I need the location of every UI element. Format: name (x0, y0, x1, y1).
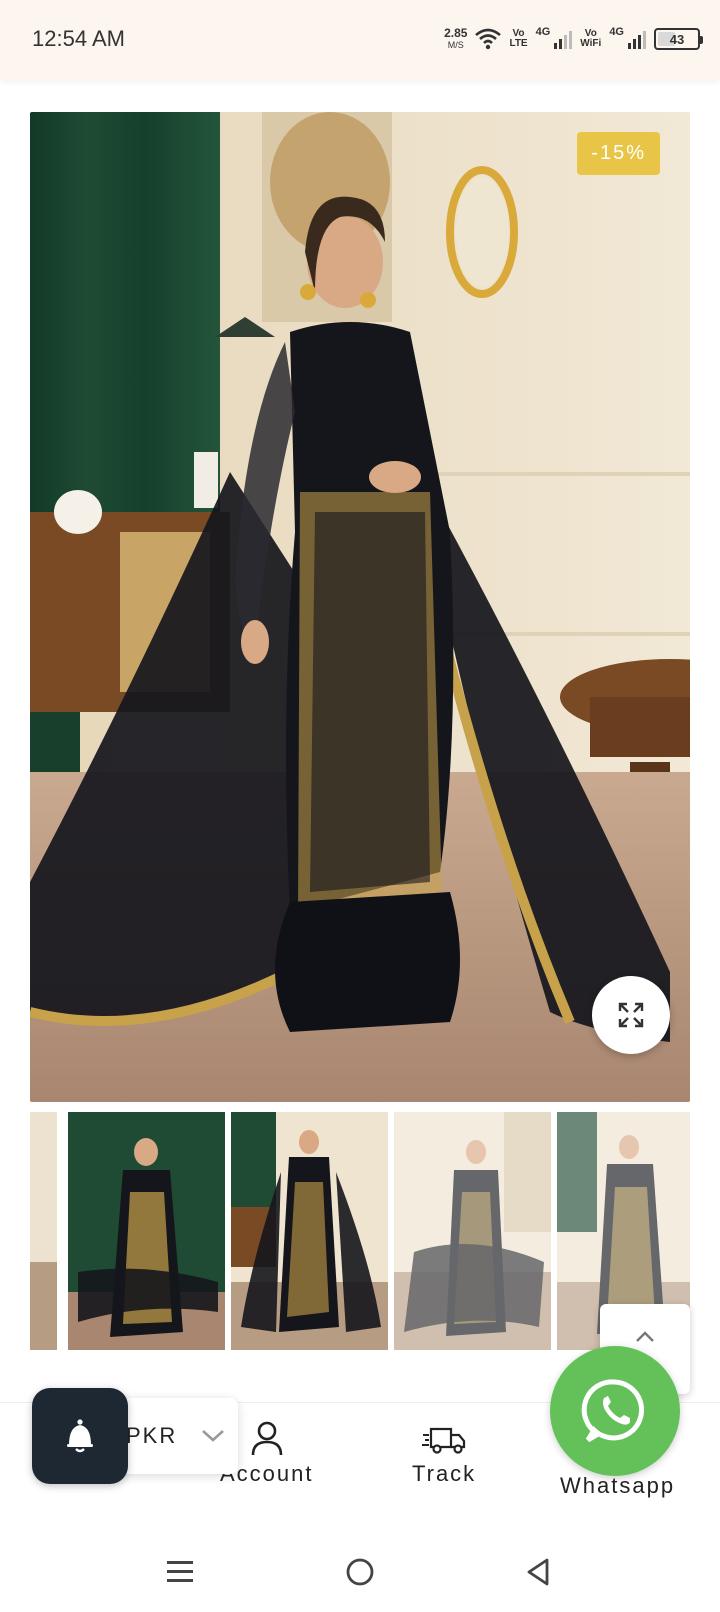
product-main-image[interactable]: -15% (30, 112, 690, 1102)
notification-button[interactable] (32, 1388, 128, 1484)
vowifi-bottom: WiFi (580, 38, 602, 49)
network-type-2: 4G (609, 26, 624, 38)
home-icon (346, 1558, 374, 1586)
discount-badge: -15% (577, 132, 660, 175)
product-thumbnail[interactable] (394, 1112, 551, 1350)
product-thumbnail[interactable] (68, 1112, 225, 1350)
thumbnail-strip[interactable] (30, 1112, 690, 1350)
currency-label: PKR (126, 1423, 178, 1448)
user-icon (251, 1421, 283, 1456)
whatsapp-icon (581, 1379, 645, 1443)
battery-icon: 43 (654, 28, 703, 50)
nav-whatsapp-label: Whatsapp (560, 1473, 676, 1498)
chevron-down-icon (202, 1430, 225, 1442)
bell-icon (67, 1419, 93, 1453)
whatsapp-button[interactable] (550, 1346, 680, 1476)
nav-track[interactable]: Track (412, 1421, 476, 1487)
nav-track-label: Track (412, 1461, 477, 1486)
product-thumbnail[interactable] (30, 1112, 57, 1350)
system-navigation-bar (0, 1530, 720, 1612)
back-icon (527, 1558, 549, 1586)
status-time: 12:54 AM (32, 26, 125, 51)
network-type-1: 4G (535, 26, 551, 38)
status-icons: 2.85 M/S Vo LTE 4G Vo WiFi 4G 43 (444, 22, 703, 56)
chevron-up-icon (636, 1331, 654, 1342)
vowifi-indicator: Vo WiFi (580, 29, 601, 49)
network-speed-value: 2.85 (444, 26, 468, 40)
signal-bars-1-icon (554, 29, 573, 49)
volte-bottom: LTE (509, 38, 528, 49)
product-photo (30, 112, 690, 1102)
wifi-icon (475, 28, 502, 50)
zoom-button[interactable] (592, 976, 670, 1054)
truck-icon (422, 1427, 466, 1454)
product-thumbnail[interactable] (231, 1112, 388, 1350)
recent-apps-button[interactable] (160, 1552, 200, 1592)
network-speed: 2.85 M/S (444, 27, 467, 51)
expand-icon (618, 1002, 644, 1028)
status-bar: 12:54 AM 2.85 M/S Vo LTE 4G Vo WiFi 4G 4… (0, 0, 720, 80)
signal-bars-2-icon (628, 29, 646, 49)
volte-indicator: Vo LTE (509, 29, 527, 49)
home-button[interactable] (340, 1552, 380, 1592)
battery-level: 43 (669, 31, 685, 47)
back-button[interactable] (518, 1552, 558, 1592)
menu-icon (167, 1561, 193, 1582)
network-speed-unit: M/S (447, 40, 464, 50)
